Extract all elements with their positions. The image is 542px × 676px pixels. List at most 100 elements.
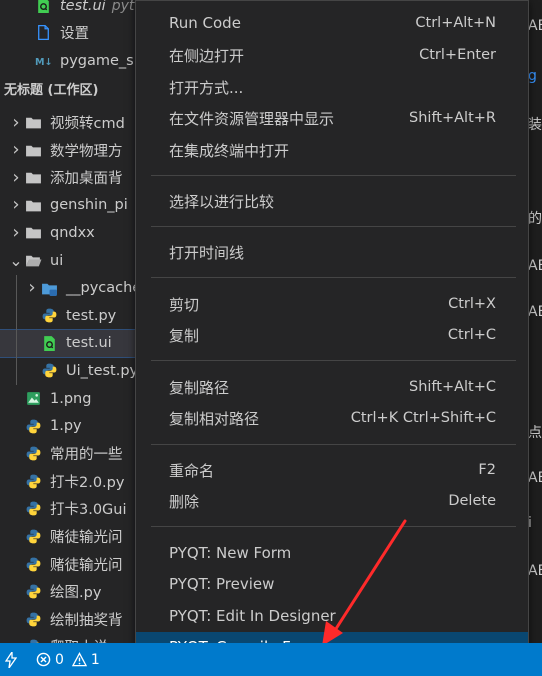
menu-item[interactable]: 剪切 Ctrl+X: [136, 289, 528, 319]
folder-icon: [24, 196, 42, 214]
python-file-icon: [24, 583, 42, 601]
tree-file[interactable]: 赌徒输光问: [0, 523, 150, 550]
tree-folder[interactable]: › 视频转cmd: [0, 109, 150, 136]
tree-file[interactable]: 1.png: [0, 385, 150, 412]
menu-separator: [151, 175, 516, 176]
menu-item-label: 打开方式...: [169, 78, 244, 97]
tree-item-label: genshin_pi: [50, 197, 128, 214]
folder-open-icon: [24, 252, 42, 270]
tree-folder[interactable]: › __pycache: [0, 275, 150, 302]
menu-item[interactable]: 删除 Delete: [136, 486, 528, 516]
tree-folder[interactable]: ⌄ ui: [0, 247, 150, 274]
indent-guide: [16, 274, 17, 385]
qt-ui-file-icon: [34, 0, 52, 15]
tree-item-label: __pycache: [66, 280, 142, 297]
tree-file[interactable]: Ui_test.py: [0, 357, 150, 384]
file-icon: [34, 24, 52, 42]
menu-item[interactable]: 选择以进行比较: [136, 186, 528, 216]
pycache-folder-icon: [40, 279, 58, 297]
open-editor-item[interactable]: 设置: [0, 19, 150, 46]
menu-item[interactable]: 复制路径 Shift+Alt+C: [136, 372, 528, 402]
menu-item[interactable]: PYQT: New Form: [136, 538, 528, 568]
markdown-icon: M↓: [34, 52, 52, 70]
open-editor-item[interactable]: M↓ pygame_sn: [0, 47, 150, 74]
python-file-icon: [24, 610, 42, 628]
menu-item-label: 复制: [169, 326, 200, 345]
chevron-right-icon: ›: [28, 277, 36, 299]
tree-item-label: 1.py: [50, 418, 82, 435]
chevron-down-icon: ⌄: [9, 250, 23, 270]
tree-item-label: 1.png: [50, 390, 92, 407]
tree-item-label: test.py: [66, 307, 117, 324]
editor-text-fragment: AE: [528, 304, 542, 320]
tree-item-label: 绘图.py: [50, 585, 102, 602]
folder-icon: [24, 114, 42, 132]
tree-file[interactable]: 赌徒输光问: [0, 551, 150, 578]
editor-text-fragment: 点: [528, 425, 542, 441]
editor-text-fragment: 装: [528, 117, 542, 133]
editor-text-fragment: AE: [528, 258, 542, 274]
menu-item-label: PYQT: New Form: [169, 544, 292, 562]
tree-item-label: 打卡2.0.py: [50, 474, 125, 491]
editor-text-fragment: g: [528, 68, 537, 84]
qt-ui-file-icon: [40, 334, 58, 352]
tree-file[interactable]: 绘图.py: [0, 578, 150, 605]
tree-folder[interactable]: › 添加桌面背: [0, 164, 150, 191]
tree-file[interactable]: 常用的一些: [0, 440, 150, 467]
menu-item-shortcut: Ctrl+Enter: [419, 47, 496, 63]
menu-item[interactable]: PYQT: Preview: [136, 569, 528, 599]
menu-item[interactable]: 重命名 F2: [136, 455, 528, 485]
python-file-icon: [24, 500, 42, 518]
tree-file[interactable]: 1.py: [0, 413, 150, 440]
remote-lightning-icon: [5, 651, 17, 668]
tree-folder[interactable]: › 数学物理方: [0, 137, 150, 164]
menu-item[interactable]: PYQT: Edit In Designer: [136, 601, 528, 631]
tree-file[interactable]: 打卡2.0.py: [0, 468, 150, 495]
menu-item[interactable]: Run Code Ctrl+Alt+N: [136, 8, 528, 38]
python-file-icon: [40, 362, 58, 380]
python-file-icon: [24, 528, 42, 546]
menu-item-shortcut: Ctrl+C: [447, 327, 496, 343]
tree-file[interactable]: 爬取小说: [0, 633, 150, 643]
workspace-section-header[interactable]: 无标题 (工作区): [0, 76, 150, 100]
error-icon: [36, 652, 51, 667]
tree-file[interactable]: test.py: [0, 302, 150, 329]
menu-item-shortcut: Ctrl+K Ctrl+Shift+C: [350, 410, 496, 426]
tree-folder[interactable]: › genshin_pi: [0, 192, 150, 219]
open-editor-label: pygame_sn: [60, 52, 143, 69]
menu-item-shortcut: F2: [478, 462, 496, 478]
python-file-icon: [40, 307, 58, 325]
menu-item[interactable]: 在侧边打开 Ctrl+Enter: [136, 40, 528, 70]
chevron-right-icon: ›: [12, 194, 20, 216]
problems-indicator[interactable]: 0 1: [36, 652, 100, 668]
menu-item-label: Run Code: [169, 14, 241, 32]
menu-item-label: 复制路径: [169, 378, 230, 397]
tree-file[interactable]: 打卡3.0Gui: [0, 495, 150, 522]
chevron-right-icon: ›: [12, 221, 20, 243]
menu-item[interactable]: 复制相对路径 Ctrl+K Ctrl+Shift+C: [136, 403, 528, 433]
tree-file[interactable]: test.ui: [0, 328, 150, 358]
menu-item[interactable]: 打开时间线: [136, 237, 528, 267]
editor-area[interactable]: AEg装的AEAE点AEiAE: [528, 0, 542, 643]
remote-indicator[interactable]: [0, 651, 22, 668]
menu-item-shortcut: Ctrl+X: [448, 296, 496, 312]
context-menu: Run Code Ctrl+Alt+N 在侧边打开 Ctrl+Enter 打开方式...…: [135, 0, 529, 663]
menu-item-label: 打开时间线: [169, 243, 245, 262]
menu-item-shortcut: Ctrl+Alt+N: [415, 15, 496, 31]
open-editor-label: test.ui: [60, 0, 106, 14]
menu-item[interactable]: 打开方式...: [136, 72, 528, 102]
open-editor-item[interactable]: test.ui pyth: [0, 0, 150, 19]
tree-folder[interactable]: › qndxx: [0, 219, 150, 246]
tree-item-label: ui: [50, 252, 64, 269]
menu-separator: [151, 526, 516, 527]
menu-item-label: 剪切: [169, 295, 200, 314]
folder-icon: [24, 169, 42, 187]
menu-separator: [151, 277, 516, 278]
tree-item-label: 绘制抽奖背: [50, 612, 123, 629]
menu-item[interactable]: 复制 Ctrl+C: [136, 320, 528, 350]
menu-item[interactable]: 在文件资源管理器中显示 Shift+Alt+R: [136, 103, 528, 133]
menu-item-label: 选择以进行比较: [169, 192, 275, 211]
menu-item[interactable]: 在集成终端中打开: [136, 135, 528, 165]
error-count: 0: [55, 651, 64, 668]
tree-file[interactable]: 绘制抽奖背: [0, 606, 150, 633]
